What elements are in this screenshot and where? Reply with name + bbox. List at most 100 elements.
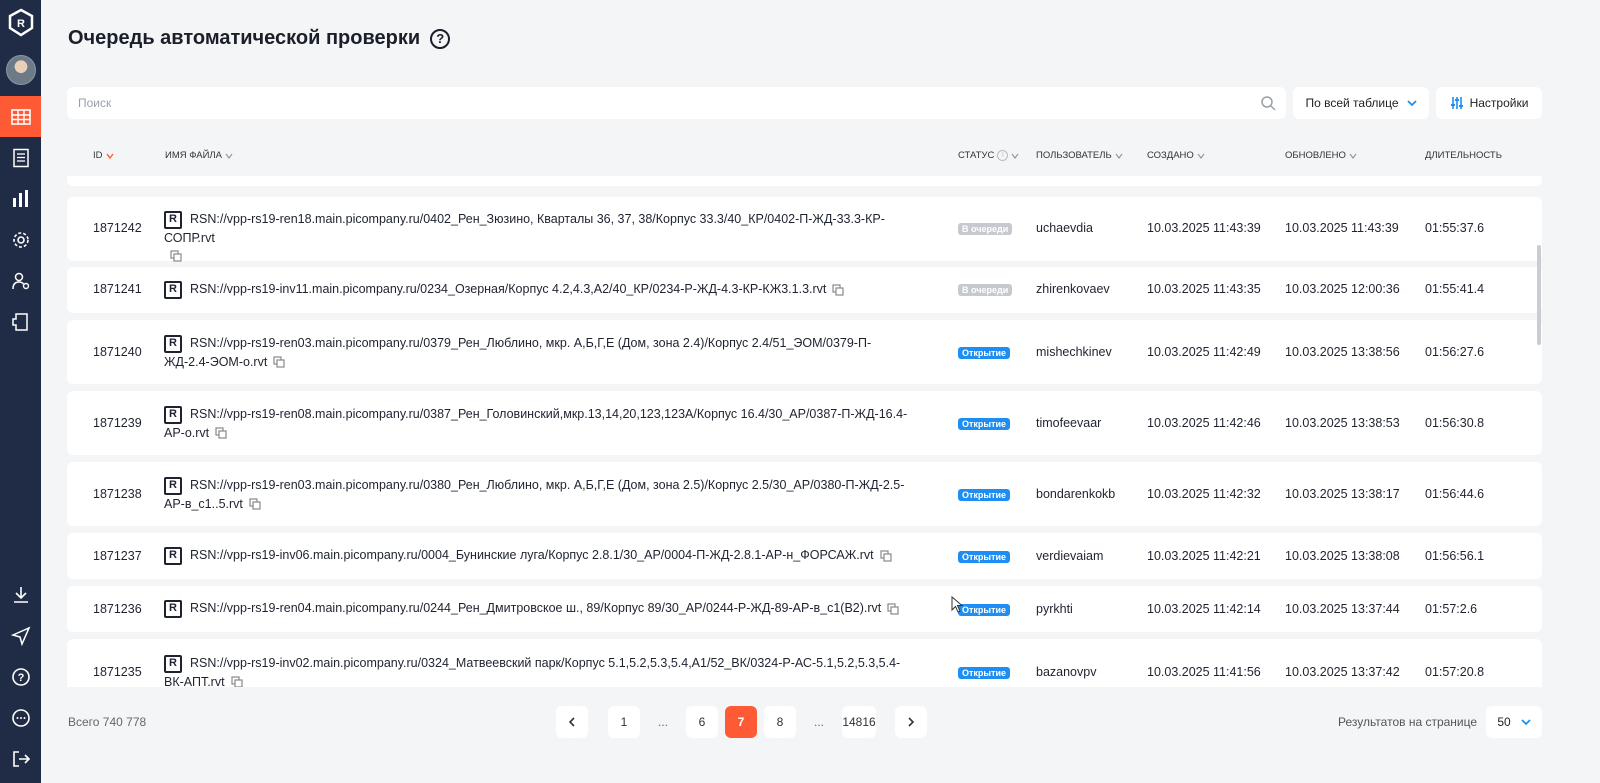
- r-file-icon: R: [164, 599, 182, 618]
- copy-icon[interactable]: [249, 498, 261, 511]
- file-name[interactable]: RSN://vpp-rs19-inv02.main.picompany.ru/0…: [164, 656, 900, 687]
- cell-file: R RSN://vpp-rs19-ren03.main.picompany.ru/…: [164, 334, 909, 371]
- sort-desc-icon: [105, 153, 114, 159]
- table-row[interactable]: 1871235 R RSN://vpp-rs19-inv02.main.picom…: [67, 639, 1542, 687]
- file-name[interactable]: RSN://vpp-rs19-inv06.main.picompany.ru/0…: [190, 548, 874, 562]
- col-updated-label: Обновлено: [1285, 150, 1346, 161]
- file-name[interactable]: RSN://vpp-rs19-ren03.main.picompany.ru/0…: [164, 336, 871, 369]
- sidebar-item-chat[interactable]: [0, 697, 41, 738]
- cell-created: 10.03.2025 11:42:46: [1147, 416, 1261, 430]
- status-badge: Открытие: [958, 604, 1011, 616]
- cell-created: 10.03.2025 11:41:56: [1147, 665, 1261, 679]
- next-page-button[interactable]: [895, 706, 927, 738]
- total-count: Всего 740 778: [68, 715, 147, 729]
- status-badge: Открытие: [958, 418, 1011, 430]
- table-row[interactable]: 1871239 R RSN://vpp-rs19-ren08.main.picom…: [67, 391, 1542, 455]
- chevron-down-icon: [1197, 153, 1205, 159]
- col-header-created[interactable]: Создано: [1147, 150, 1205, 161]
- table-body[interactable]: 1871242 R RSN://vpp-rs19-ren18.main.picom…: [67, 176, 1542, 687]
- search-input[interactable]: [67, 96, 1260, 110]
- cell-id: 1871239: [93, 416, 142, 430]
- chevron-down-icon: [1406, 100, 1417, 107]
- sidebar-item-table[interactable]: [0, 96, 41, 137]
- cell-updated: 10.03.2025 13:38:17: [1285, 487, 1400, 501]
- file-name[interactable]: RSN://vpp-rs19-inv11.main.picompany.ru/0…: [190, 282, 826, 296]
- col-file-label: Имя файла: [165, 150, 222, 161]
- status-badge: В очереди: [958, 223, 1013, 235]
- cell-file: R RSN://vpp-rs19-ren03.main.picompany.ru/…: [164, 476, 919, 513]
- sidebar-item-settings[interactable]: [0, 219, 41, 260]
- cell-file: R RSN://vpp-rs19-inv02.main.picompany.ru/…: [164, 654, 909, 687]
- table-scrollbar[interactable]: [1537, 245, 1541, 345]
- app-logo-icon[interactable]: R: [8, 8, 34, 38]
- table-row[interactable]: 1871241 R RSN://vpp-rs19-inv11.main.picom…: [67, 267, 1542, 313]
- file-name[interactable]: RSN://vpp-rs19-ren08.main.picompany.ru/0…: [164, 407, 907, 440]
- file-frame-icon: [11, 312, 28, 331]
- copy-icon[interactable]: [273, 356, 285, 369]
- col-header-duration[interactable]: Длительность: [1425, 150, 1502, 161]
- r-file-icon: R: [164, 280, 182, 299]
- col-header-status[interactable]: Статус i: [958, 150, 1019, 161]
- copy-icon[interactable]: [887, 603, 899, 615]
- info-icon[interactable]: i: [997, 150, 1009, 161]
- table-row[interactable]: 1871240 R RSN://vpp-rs19-ren03.main.picom…: [67, 320, 1542, 384]
- cell-id: 1871238: [93, 487, 142, 501]
- last-page-button[interactable]: 14816: [842, 706, 876, 738]
- col-header-file[interactable]: Имя файла: [165, 150, 233, 161]
- status-badge: Открытие: [958, 489, 1011, 501]
- table-row[interactable]: 1871238 R RSN://vpp-rs19-ren03.main.picom…: [67, 462, 1542, 526]
- col-header-id[interactable]: ID: [93, 150, 114, 161]
- cell-user: mishechkinev: [1036, 345, 1112, 359]
- page-7-button[interactable]: 7: [725, 706, 757, 738]
- page-1-button[interactable]: 1: [608, 706, 640, 738]
- table-row[interactable]: [67, 176, 1542, 186]
- table-row[interactable]: 1871237 R RSN://vpp-rs19-inv06.main.picom…: [67, 533, 1542, 579]
- cell-created: 10.03.2025 11:42:32: [1147, 487, 1261, 501]
- sidebar-item-download[interactable]: [0, 574, 41, 615]
- sidebar-item-send[interactable]: [0, 615, 41, 656]
- sidebar-item-help[interactable]: ?: [0, 656, 41, 697]
- sidebar-item-logout[interactable]: [0, 738, 41, 779]
- cell-id: 1871236: [93, 602, 142, 616]
- col-status-label: Статус: [958, 150, 995, 161]
- per-page-dropdown[interactable]: 50: [1486, 706, 1542, 738]
- cell-duration: 01:56:30.8: [1425, 416, 1485, 430]
- table-row[interactable]: 1871242 R RSN://vpp-rs19-ren18.main.picom…: [67, 197, 1542, 263]
- cell-updated: 10.03.2025 11:43:39: [1285, 221, 1399, 235]
- prev-page-button[interactable]: [556, 706, 588, 738]
- sidebar-item-reports[interactable]: [0, 137, 41, 178]
- copy-icon[interactable]: [880, 550, 892, 562]
- sidebar-item-files[interactable]: [0, 301, 41, 342]
- file-name[interactable]: RSN://vpp-rs19-ren04.main.picompany.ru/0…: [190, 601, 881, 615]
- help-circle-icon[interactable]: ?: [430, 28, 451, 49]
- chevron-down-icon: [225, 153, 233, 159]
- sidebar-item-analytics[interactable]: [0, 178, 41, 219]
- file-name[interactable]: RSN://vpp-rs19-ren18.main.picompany.ru/0…: [164, 212, 885, 245]
- chevron-right-icon: [908, 717, 915, 727]
- copy-icon[interactable]: [215, 427, 227, 440]
- table-row[interactable]: 1871236 R RSN://vpp-rs19-ren04.main.picom…: [67, 586, 1542, 632]
- col-header-user[interactable]: Пользователь: [1036, 150, 1123, 161]
- table-settings-button[interactable]: Настройки: [1436, 87, 1542, 119]
- cell-updated: 10.03.2025 13:38:08: [1285, 549, 1400, 563]
- col-header-updated[interactable]: Обновлено: [1285, 150, 1357, 161]
- file-name[interactable]: RSN://vpp-rs19-ren03.main.picompany.ru/0…: [164, 478, 904, 511]
- copy-icon[interactable]: [832, 284, 845, 296]
- per-page-label: Результатов на странице: [1338, 715, 1478, 729]
- r-file-icon: R: [164, 334, 182, 353]
- copy-icon[interactable]: [170, 250, 182, 263]
- r-file-icon: R: [164, 654, 182, 673]
- page-8-button[interactable]: 8: [764, 706, 796, 738]
- user-avatar[interactable]: [5, 55, 36, 85]
- r-file-icon: R: [164, 210, 182, 229]
- help-icon: ?: [11, 667, 30, 686]
- search-icon[interactable]: [1260, 95, 1276, 111]
- cell-id: 1871235: [93, 665, 142, 679]
- status-badge: Открытие: [958, 551, 1011, 563]
- sidebar-item-users[interactable]: [0, 260, 41, 301]
- cell-created: 10.03.2025 11:42:21: [1147, 549, 1261, 563]
- cell-file: R RSN://vpp-rs19-ren08.main.picompany.ru/…: [164, 405, 909, 442]
- copy-icon[interactable]: [230, 676, 243, 687]
- search-scope-dropdown[interactable]: По всей таблице: [1293, 87, 1429, 119]
- page-6-button[interactable]: 6: [686, 706, 718, 738]
